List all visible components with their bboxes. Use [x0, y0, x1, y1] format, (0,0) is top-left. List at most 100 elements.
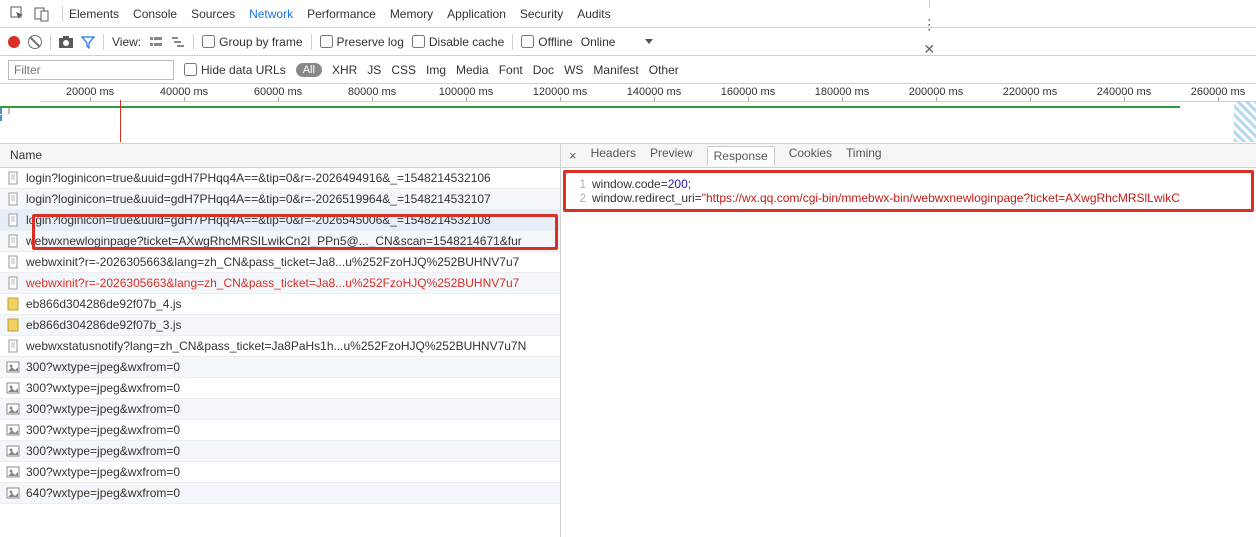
record-icon[interactable] — [8, 36, 20, 48]
request-row[interactable]: 300?wxtype=jpeg&wxfrom=0 — [0, 378, 560, 399]
request-row[interactable]: 300?wxtype=jpeg&wxfrom=0 — [0, 462, 560, 483]
request-row[interactable]: eb866d304286de92f07b_4.js — [0, 294, 560, 315]
tab-audits[interactable]: Audits — [577, 7, 610, 21]
tab-performance[interactable]: Performance — [307, 7, 376, 21]
request-row[interactable]: webwxinit?r=-2026305663&lang=zh_CN&pass_… — [0, 252, 560, 273]
panel-tabs: Elements Console Sources Network Performance… — [69, 7, 611, 21]
request-row[interactable]: webwxnewloginpage?ticket=AXwgRhcMRSILwik… — [0, 231, 560, 252]
filter-doc[interactable]: Doc — [533, 63, 554, 77]
request-name: eb866d304286de92f07b_4.js — [26, 297, 181, 311]
filter-all[interactable]: All — [296, 63, 322, 77]
doc-file-icon — [6, 339, 20, 353]
filter-ws[interactable]: WS — [564, 63, 583, 77]
img-file-icon — [6, 444, 20, 458]
request-name: 300?wxtype=jpeg&wxfrom=0 — [26, 444, 180, 458]
request-row[interactable]: login?loginicon=true&uuid=gdH7PHqq4A==&t… — [0, 210, 560, 231]
capture-screenshot-icon[interactable] — [59, 36, 73, 48]
img-file-icon — [6, 486, 20, 500]
img-file-icon — [6, 465, 20, 479]
throttle-select[interactable]: Online — [581, 35, 616, 49]
preserve-log-checkbox[interactable]: Preserve log — [320, 35, 404, 49]
request-row[interactable]: login?loginicon=true&uuid=gdH7PHqq4A==&t… — [0, 189, 560, 210]
filter-input[interactable] — [8, 60, 174, 80]
request-row[interactable]: 300?wxtype=jpeg&wxfrom=0 — [0, 420, 560, 441]
detail-tab-timing[interactable]: Timing — [846, 146, 882, 166]
request-row[interactable]: webwxstatusnotify?lang=zh_CN&pass_ticket… — [0, 336, 560, 357]
hide-data-urls-checkbox[interactable]: Hide data URLs — [184, 63, 286, 77]
js-file-icon — [6, 297, 20, 311]
filter-manifest[interactable]: Manifest — [593, 63, 638, 77]
tab-sources[interactable]: Sources — [191, 7, 235, 21]
group-by-frame-checkbox[interactable]: Group by frame — [202, 35, 302, 49]
doc-file-icon — [6, 192, 20, 206]
request-name: webwxstatusnotify?lang=zh_CN&pass_ticket… — [26, 339, 526, 353]
request-row[interactable]: 300?wxtype=jpeg&wxfrom=0 — [0, 399, 560, 420]
tab-elements[interactable]: Elements — [69, 7, 119, 21]
detail-tabs: × Headers Preview Response Cookies Timing — [561, 144, 1256, 168]
request-name: login?loginicon=true&uuid=gdH7PHqq4A==&t… — [26, 171, 491, 185]
request-name: 640?wxtype=jpeg&wxfrom=0 — [26, 486, 180, 500]
request-name: webwxinit?r=-2026305663&lang=zh_CN&pass_… — [26, 255, 519, 269]
detail-tab-cookies[interactable]: Cookies — [789, 146, 832, 166]
tab-console[interactable]: Console — [133, 7, 177, 21]
disable-cache-checkbox[interactable]: Disable cache — [412, 35, 504, 49]
request-row[interactable]: 640?wxtype=jpeg&wxfrom=0 — [0, 483, 560, 504]
overview-timeline[interactable]: 20000 ms40000 ms60000 ms80000 ms100000 m… — [0, 84, 1256, 144]
filter-css[interactable]: CSS — [391, 63, 416, 77]
close-detail-icon[interactable]: × — [569, 148, 577, 163]
filter-js[interactable]: JS — [367, 63, 381, 77]
filter-xhr[interactable]: XHR — [332, 63, 357, 77]
filter-font[interactable]: Font — [499, 63, 523, 77]
view-label: View: — [112, 35, 141, 49]
kebab-icon[interactable]: ⋮ — [922, 16, 936, 33]
clear-icon[interactable] — [28, 35, 42, 49]
request-row[interactable]: webwxinit?r=-2026305663&lang=zh_CN&pass_… — [0, 273, 560, 294]
request-name: 300?wxtype=jpeg&wxfrom=0 — [26, 465, 180, 479]
inspect-icon[interactable] — [8, 4, 28, 24]
name-column-header[interactable]: Name — [0, 144, 560, 168]
request-name: 300?wxtype=jpeg&wxfrom=0 — [26, 402, 180, 416]
tab-security[interactable]: Security — [520, 7, 563, 21]
request-name: login?loginicon=true&uuid=gdH7PHqq4A==&t… — [26, 192, 491, 206]
filter-toggle-icon[interactable] — [81, 35, 95, 49]
request-row[interactable]: eb866d304286de92f07b_3.js — [0, 315, 560, 336]
doc-file-icon — [6, 171, 20, 185]
detail-tab-preview[interactable]: Preview — [650, 146, 693, 166]
throttle-dropdown-icon[interactable] — [645, 39, 653, 44]
request-row[interactable]: login?loginicon=true&uuid=gdH7PHqq4A==&t… — [0, 168, 560, 189]
img-file-icon — [6, 381, 20, 395]
js-file-icon — [6, 318, 20, 332]
request-name: 300?wxtype=jpeg&wxfrom=0 — [26, 423, 180, 437]
detail-pane: × Headers Preview Response Cookies Timing 1w… — [561, 144, 1256, 537]
doc-file-icon — [6, 255, 20, 269]
tab-application[interactable]: Application — [447, 7, 506, 21]
img-file-icon — [6, 402, 20, 416]
request-name: login?loginicon=true&uuid=gdH7PHqq4A==&t… — [26, 213, 491, 227]
tab-memory[interactable]: Memory — [390, 7, 433, 21]
request-row[interactable]: 300?wxtype=jpeg&wxfrom=0 — [0, 441, 560, 462]
tab-network[interactable]: Network — [249, 7, 293, 21]
waterfall-icon[interactable] — [171, 35, 185, 49]
request-list: Name login?loginicon=true&uuid=gdH7PHqq4… — [0, 144, 561, 537]
response-body[interactable]: 1window.code=200; 2window.redirect_uri="… — [563, 170, 1254, 212]
large-rows-icon[interactable] — [149, 35, 163, 49]
devtools-tabbar: Elements Console Sources Network Performance… — [0, 0, 1256, 28]
filter-other[interactable]: Other — [649, 63, 679, 77]
filter-types: XHR JS CSS Img Media Font Doc WS Manifest Other — [332, 63, 679, 77]
request-name: webwxnewloginpage?ticket=AXwgRhcMRSILwik… — [26, 234, 522, 248]
filter-media[interactable]: Media — [456, 63, 489, 77]
close-icon[interactable]: ✕ — [923, 41, 935, 58]
doc-file-icon — [6, 213, 20, 227]
offline-checkbox[interactable]: Offline — [521, 35, 572, 49]
img-file-icon — [6, 360, 20, 374]
img-file-icon — [6, 423, 20, 437]
detail-tab-headers[interactable]: Headers — [591, 146, 636, 166]
filter-img[interactable]: Img — [426, 63, 446, 77]
request-row[interactable]: 300?wxtype=jpeg&wxfrom=0 — [0, 357, 560, 378]
request-name: webwxinit?r=-2026305663&lang=zh_CN&pass_… — [26, 276, 519, 290]
request-name: 300?wxtype=jpeg&wxfrom=0 — [26, 360, 180, 374]
detail-tab-response[interactable]: Response — [707, 146, 775, 166]
filter-toolbar: Hide data URLs All XHR JS CSS Img Media Font D… — [0, 56, 1256, 84]
doc-file-icon — [6, 276, 20, 290]
device-toggle-icon[interactable] — [32, 4, 52, 24]
